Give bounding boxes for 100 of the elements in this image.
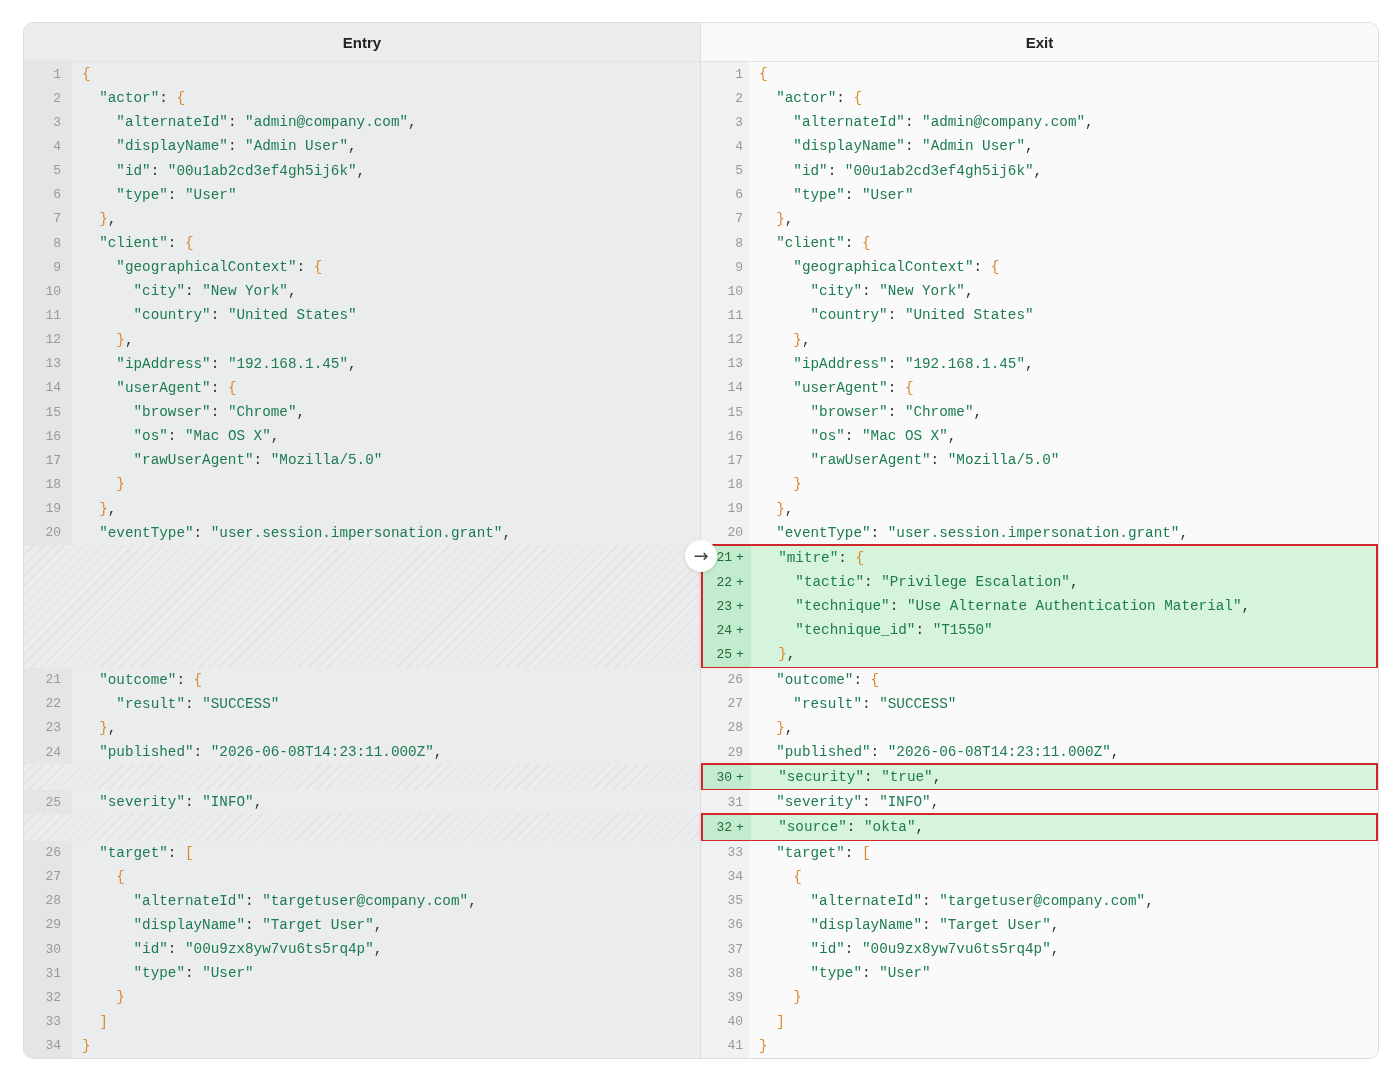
- code-line: }: [115, 989, 125, 1006]
- line-number: 8: [53, 235, 61, 251]
- line-number: 36: [727, 917, 743, 933]
- code-line: "outcome": {: [98, 671, 203, 688]
- code-line: {: [115, 868, 125, 885]
- line-number: 30: [716, 769, 732, 785]
- code-line: "tactic": "Privilege Escalation",: [794, 574, 1079, 590]
- code-line: "userAgent": {: [792, 379, 914, 396]
- line-number: 2: [735, 90, 743, 106]
- code-line: },: [115, 331, 134, 348]
- code-line: {: [758, 66, 768, 83]
- added-marker: +: [736, 598, 745, 614]
- code-line: }: [115, 476, 125, 493]
- code-line: "source": "okta",: [777, 819, 925, 836]
- code-line: "target": [: [98, 844, 194, 861]
- code-line: "result": "SUCCESS": [792, 695, 957, 712]
- code-line: "displayName": "Target User",: [809, 917, 1060, 933]
- code-line: "alternateId": "admin@company.com",: [115, 114, 417, 131]
- code-line: "type": "User": [792, 186, 914, 203]
- added-marker: +: [736, 646, 745, 662]
- line-number: 21: [716, 550, 732, 566]
- code-line: "geographicalContext": {: [115, 259, 323, 276]
- added-marker: +: [736, 574, 745, 590]
- code-line: "browser": "Chrome",: [809, 404, 983, 421]
- code-line: },: [792, 331, 811, 348]
- line-number: 23: [716, 598, 732, 614]
- line-number: 35: [727, 893, 743, 909]
- line-number: 41: [727, 1038, 743, 1054]
- line-number: 27: [45, 869, 61, 885]
- line-number: 34: [727, 869, 743, 885]
- line-number: 4: [735, 139, 743, 154]
- code-line: "geographicalContext": {: [792, 259, 1000, 276]
- line-number: 29: [45, 917, 61, 933]
- line-number: 20: [45, 525, 61, 541]
- line-number: 33: [727, 845, 743, 861]
- line-number: 13: [727, 356, 743, 372]
- code-line: "severity": "INFO",: [775, 794, 940, 811]
- line-number: 4: [53, 139, 61, 154]
- line-number: 16: [727, 428, 743, 444]
- code-line: "rawUserAgent": "Mozilla/5.0": [809, 452, 1060, 469]
- line-number: 11: [727, 307, 743, 323]
- line-number: 8: [735, 235, 743, 251]
- code-line: "outcome": {: [775, 671, 880, 688]
- line-number: 33: [45, 1014, 61, 1030]
- line-number: 15: [45, 404, 61, 420]
- code-line: "displayName": "Admin User",: [792, 138, 1034, 155]
- line-number: 22: [716, 574, 732, 590]
- code-line: },: [98, 500, 117, 517]
- code-line: },: [98, 210, 117, 227]
- code-line: "alternateId": "admin@company.com",: [792, 114, 1094, 131]
- added-marker: +: [736, 819, 745, 835]
- line-number: 25: [716, 646, 732, 662]
- line-number: 5: [735, 163, 743, 179]
- line-number: 19: [727, 501, 743, 517]
- code-line: }: [792, 476, 802, 493]
- code-line: "displayName": "Target User",: [132, 917, 383, 933]
- line-number: 27: [727, 696, 743, 712]
- code-line: "browser": "Chrome",: [132, 404, 306, 421]
- pane-title: Entry: [24, 23, 701, 62]
- line-number: 25: [45, 794, 61, 810]
- line-number: 31: [45, 965, 61, 981]
- line-number: 19: [45, 501, 61, 517]
- line-number: 39: [727, 989, 743, 1005]
- line-number: 3: [53, 114, 61, 130]
- line-number: 9: [735, 259, 743, 275]
- line-number: 7: [53, 211, 61, 227]
- code-line: ]: [98, 1013, 108, 1030]
- code-line: "technique": "Use Alternate Authentication Material",: [794, 598, 1251, 615]
- added-marker: +: [736, 769, 745, 785]
- line-number: 13: [45, 356, 61, 372]
- code-line: "ipAddress": "192.168.1.45",: [115, 355, 357, 372]
- line-number: 21: [45, 672, 61, 688]
- line-number: 28: [727, 720, 743, 736]
- line-number: 9: [53, 259, 61, 275]
- code-line: "id": "00u9zx8yw7vu6ts5rq4p",: [132, 941, 383, 958]
- code-line: "target": [: [775, 844, 871, 861]
- line-number: 12: [727, 332, 743, 348]
- code-line: }: [758, 1037, 768, 1054]
- code-line: {: [81, 66, 91, 83]
- code-line: "displayName": "Admin User",: [115, 138, 357, 155]
- code-line: },: [775, 210, 794, 227]
- code-line: "alternateId": "targetuser@company.com",: [809, 892, 1154, 909]
- code-line: "country": "United States": [132, 307, 357, 324]
- line-number: 26: [727, 672, 743, 688]
- line-number: 17: [727, 452, 743, 468]
- line-number: 28: [45, 893, 61, 909]
- code-line: "eventType": "user.session.impersonation.grant",: [775, 524, 1189, 541]
- line-number: 10: [45, 283, 61, 299]
- code-line: "actor": {: [775, 90, 862, 107]
- code-line: "result": "SUCCESS": [115, 695, 280, 712]
- code-line: "client": {: [775, 235, 871, 252]
- code-line: "eventType": "user.session.impersonation.grant",: [98, 524, 512, 541]
- code-line: "city": "New York",: [809, 283, 974, 300]
- code-line: "severity": "INFO",: [98, 794, 263, 811]
- line-number: 16: [45, 428, 61, 444]
- line-number: 22: [45, 696, 61, 712]
- code-line: "rawUserAgent": "Mozilla/5.0": [132, 452, 383, 469]
- code-line: "type": "User": [132, 965, 254, 982]
- code-line: "actor": {: [98, 90, 185, 107]
- line-number: 18: [727, 476, 743, 492]
